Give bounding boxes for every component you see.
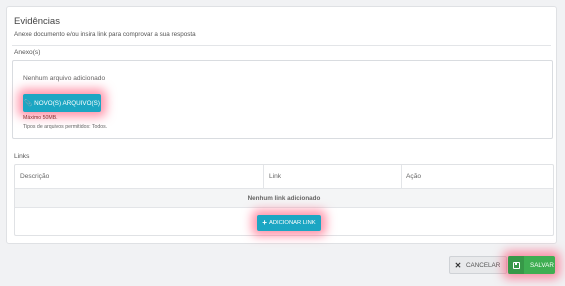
no-file-text: Nenhum arquivo adicionado	[23, 75, 106, 82]
attachments-label: Anexo(s)	[14, 49, 41, 56]
new-file-button-label: NOVO(S) ARQUIVO(S)	[34, 99, 100, 107]
section-title: Evidências	[14, 16, 60, 27]
evidence-panel: Evidências Anexe documento e/ou insira l…	[6, 6, 557, 244]
plus-icon: +	[262, 218, 267, 227]
no-link-row: Nenhum link adicionado	[15, 188, 553, 208]
column-header-link: Link	[269, 173, 282, 180]
floppy-disk-icon	[508, 256, 524, 274]
save-button-label: SALVAR	[530, 261, 554, 269]
column-separator	[401, 165, 402, 188]
allowed-types-text: Tipos de arquivos permitidos: Todos.	[23, 124, 108, 130]
column-header-action: Ação	[406, 173, 422, 180]
attachments-box: Nenhum arquivo adicionado 📎 NOVO(S) ARQU…	[12, 60, 553, 139]
new-file-button[interactable]: 📎 NOVO(S) ARQUIVO(S)	[23, 94, 101, 112]
max-size-text: Máximo 50MB.	[23, 115, 58, 121]
add-link-button[interactable]: + ADICIONAR LINK	[257, 215, 321, 231]
divider	[12, 45, 551, 46]
add-link-button-label: ADICIONAR LINK	[268, 220, 316, 226]
save-button[interactable]: SALVAR	[508, 256, 555, 274]
column-header-description: Descrição	[20, 173, 50, 180]
cancel-button-label: CANCELAR	[466, 261, 501, 269]
cancel-button[interactable]: ✕ CANCELAR	[449, 256, 507, 274]
links-label: Links	[14, 153, 30, 160]
paperclip-icon: 📎	[24, 100, 33, 107]
links-table: Descrição Link Ação Nenhum link adiciona…	[14, 164, 554, 236]
close-icon: ✕	[454, 260, 462, 270]
section-subtitle: Anexe documento e/ou insira link para co…	[14, 31, 196, 38]
column-separator	[263, 165, 264, 188]
